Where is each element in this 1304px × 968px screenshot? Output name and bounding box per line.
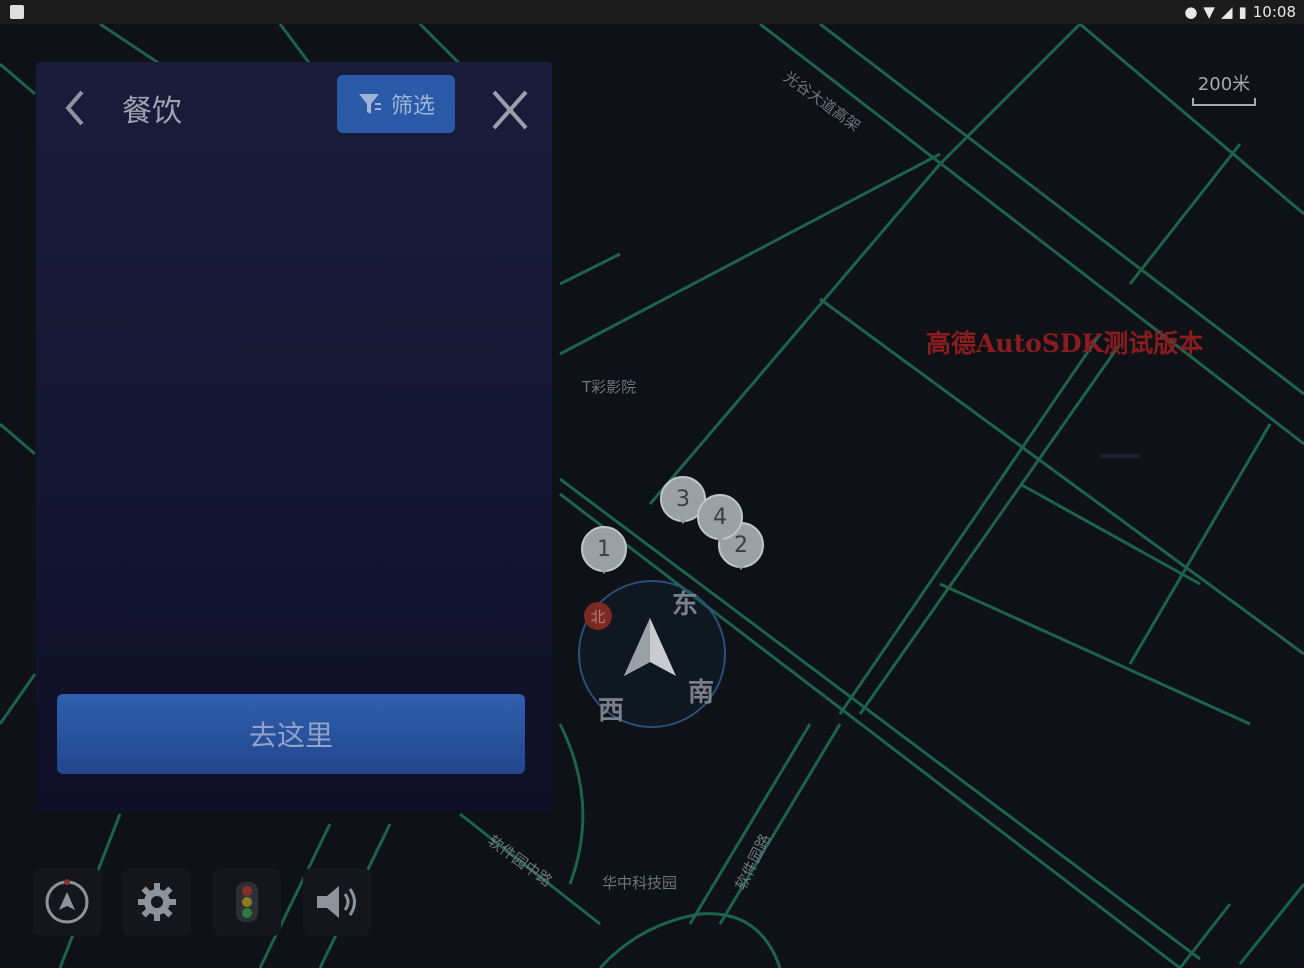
chevron-left-icon [65, 90, 84, 126]
compass-icon [45, 879, 89, 924]
speaker-icon [317, 886, 356, 918]
volume-button[interactable] [303, 868, 371, 936]
scale-distance: 200米 [1197, 74, 1251, 95]
compass-east: 东 [672, 590, 699, 620]
notification-icon [10, 5, 24, 19]
car-location-arrow-icon [624, 618, 676, 676]
compass-mode-button[interactable] [33, 868, 101, 936]
compass-south: 南 [688, 678, 715, 708]
scale-ruler [1192, 98, 1256, 106]
scale-bar: 200米 [1192, 70, 1256, 106]
status-icons: ● ▼ ◢ ▮ 10:08 [1184, 2, 1296, 22]
north-badge: 北 [584, 602, 612, 630]
map-label-bottom: 华中科技园 [602, 874, 678, 892]
back-button[interactable] [62, 86, 102, 130]
sdk-watermark: 高德AutoSDK测试版本 [926, 329, 1204, 358]
wifi-icon: ▼ [1203, 3, 1215, 21]
clock: 10:08 [1252, 3, 1296, 21]
traffic-light-icon [236, 882, 258, 922]
poi-marker-4[interactable]: 4 [697, 494, 743, 542]
pin-tail-icon [677, 516, 689, 524]
filter-icon [358, 94, 381, 114]
close-icon [492, 90, 528, 130]
signal-icon: ◢ [1220, 3, 1233, 21]
location-icon: ● [1184, 3, 1198, 21]
pin-tail-icon [598, 566, 610, 574]
traffic-button[interactable] [213, 868, 281, 936]
pin-tail-icon [735, 562, 747, 570]
compass-west: 西 [598, 696, 625, 726]
go-here-button[interactable]: 去这里 [57, 694, 525, 774]
close-button[interactable] [486, 86, 534, 134]
map-label-mid: T彩影院 [582, 378, 637, 396]
status-bar: ● ▼ ◢ ▮ 10:08 [0, 0, 1304, 24]
panel-title: 餐饮 [122, 94, 182, 129]
settings-button[interactable] [123, 868, 191, 936]
filter-label: 筛选 [390, 94, 435, 119]
filter-button[interactable]: 筛选 [337, 75, 455, 133]
gear-icon [138, 883, 176, 921]
poi-marker-1[interactable]: 1 [581, 526, 627, 574]
battery-icon: ▮ [1238, 3, 1247, 21]
pin-tail-icon [714, 534, 726, 542]
